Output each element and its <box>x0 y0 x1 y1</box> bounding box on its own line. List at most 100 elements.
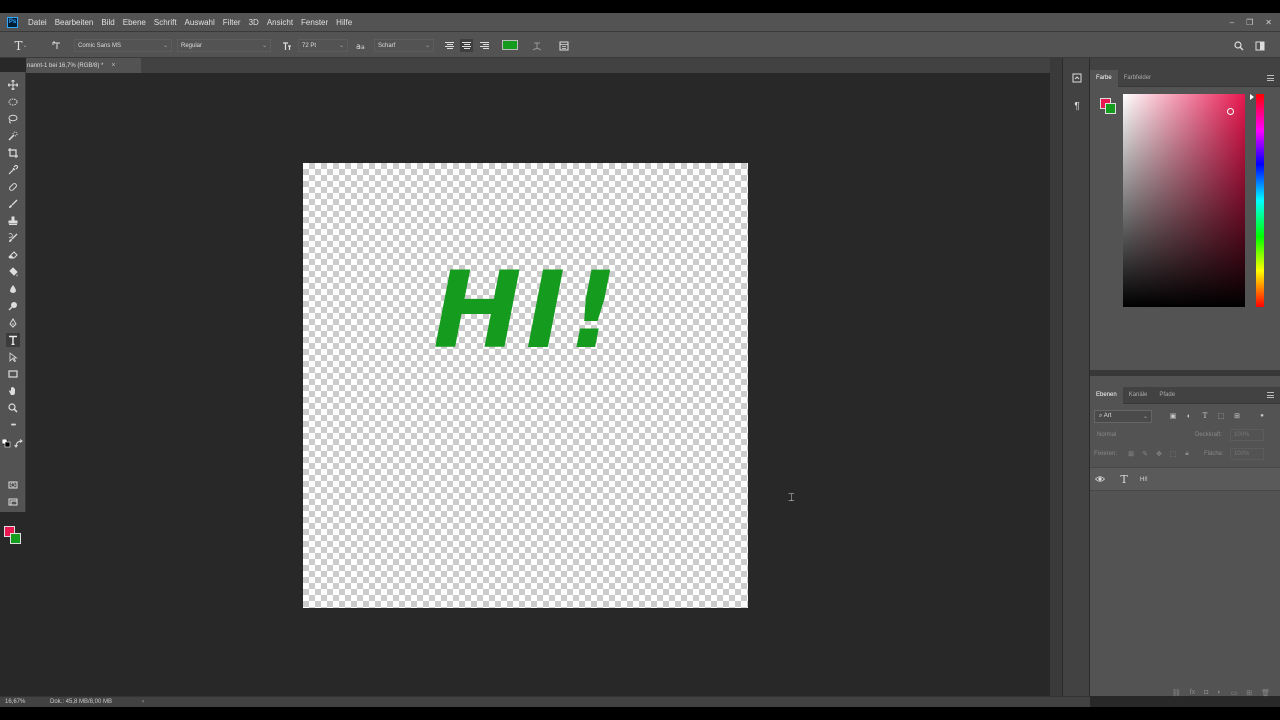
move-tool-icon[interactable] <box>6 78 20 92</box>
close-tab-icon[interactable]: × <box>111 62 115 69</box>
canvas-text-layer[interactable]: HI! <box>433 251 633 371</box>
new-group-icon[interactable]: ▭ <box>1231 689 1238 697</box>
layer-filter-select[interactable]: ⌕ Art ⌄ <box>1094 410 1152 423</box>
menu-datei[interactable]: Datei <box>24 18 51 27</box>
text-color-swatch[interactable] <box>502 40 518 50</box>
fill-field[interactable]: 100% <box>1230 448 1264 460</box>
paint-bucket-tool-icon[interactable] <box>6 265 20 279</box>
hand-tool-icon[interactable] <box>6 384 20 398</box>
filter-type-icon[interactable]: T <box>1200 411 1210 421</box>
lock-position-icon[interactable]: ✥ <box>1154 448 1164 460</box>
align-center-button[interactable] <box>460 39 473 52</box>
hue-slider-marker[interactable] <box>1250 94 1254 100</box>
color-picker-handle[interactable] <box>1227 108 1234 115</box>
tab-pfade[interactable]: Pfade <box>1153 387 1181 404</box>
menu-3d[interactable]: 3D <box>245 18 263 27</box>
menu-ansicht[interactable]: Ansicht <box>263 18 297 27</box>
crop-tool-icon[interactable] <box>6 146 20 160</box>
filter-adjustment-icon[interactable]: ◐ <box>1184 411 1194 421</box>
workspace-switcher-icon[interactable] <box>1253 39 1266 52</box>
delete-layer-icon[interactable]: 🗑︎ <box>1261 689 1270 697</box>
eyedropper-tool-icon[interactable] <box>6 163 20 177</box>
opacity-field[interactable]: 100% <box>1230 429 1264 441</box>
panel-menu-icon[interactable] <box>1267 75 1274 81</box>
menu-bearbeiten[interactable]: Bearbeiten <box>51 18 98 27</box>
zoom-tool-icon[interactable] <box>6 401 20 415</box>
lock-artboard-icon[interactable]: ⬚ <box>1168 448 1178 460</box>
filter-toggle-icon[interactable]: ● <box>1257 411 1267 421</box>
paragraph-panel-icon[interactable]: ¶ <box>1071 100 1083 112</box>
menu-hilfe[interactable]: Hilfe <box>332 18 356 27</box>
panel-icon-dock: ¶ <box>1062 58 1090 696</box>
font-family-select[interactable]: Comic Sans MS ⌄ <box>74 39 172 52</box>
tab-ebenen[interactable]: Ebenen <box>1090 386 1123 404</box>
color-panel-background-swatch[interactable] <box>1105 103 1116 114</box>
restore-icon[interactable]: ❐ <box>1246 18 1253 27</box>
layer-name[interactable]: HI! <box>1140 474 1148 486</box>
antialias-select[interactable]: Scharf ⌄ <box>374 39 434 52</box>
horizontal-type-tool-icon[interactable] <box>6 333 20 347</box>
menu-auswahl[interactable]: Auswahl <box>181 18 219 27</box>
elliptical-marquee-tool-icon[interactable] <box>6 95 20 109</box>
minimize-icon[interactable]: – <box>1230 18 1234 27</box>
text-orientation-toggle-icon[interactable] <box>50 39 63 52</box>
rectangle-tool-icon[interactable] <box>6 367 20 381</box>
menu-fenster[interactable]: Fenster <box>297 18 332 27</box>
healing-brush-tool-icon[interactable] <box>6 180 20 194</box>
edit-toolbar-icon[interactable]: ••• <box>6 418 20 432</box>
filter-shape-icon[interactable]: ⬚ <box>1216 411 1226 421</box>
quick-mask-icon[interactable] <box>6 478 20 492</box>
add-mask-icon[interactable]: ◘ <box>1204 689 1208 696</box>
menu-ebene[interactable]: Ebene <box>119 18 150 27</box>
document-tab[interactable]: nannt-1 bei 16,7% (RGB/8) * × <box>26 58 141 73</box>
warp-text-icon[interactable] <box>530 39 543 52</box>
lock-all-icon[interactable]: 🔒︎ <box>1182 448 1192 460</box>
menu-filter[interactable]: Filter <box>219 18 245 27</box>
link-layers-icon[interactable]: ⛓︎ <box>1172 689 1181 697</box>
character-panel-toggle-icon[interactable] <box>557 39 570 52</box>
search-icon[interactable] <box>1232 39 1245 52</box>
hue-slider[interactable] <box>1256 94 1264 307</box>
font-style-select[interactable]: Regular ⌄ <box>177 39 271 52</box>
tab-farbfelder[interactable]: Farbfelder <box>1118 70 1157 87</box>
font-size-select[interactable]: 72 Pt ⌄ <box>298 39 348 52</box>
screen-mode-icon[interactable] <box>6 495 20 509</box>
path-selection-tool-icon[interactable] <box>6 350 20 364</box>
visibility-eye-icon[interactable] <box>1095 474 1105 484</box>
new-layer-icon[interactable]: ⊞ <box>1246 689 1252 697</box>
lock-image-icon[interactable]: ✎ <box>1140 448 1150 460</box>
lock-transparency-icon[interactable]: ⊠ <box>1126 448 1136 460</box>
swap-colors-icon[interactable] <box>14 439 24 448</box>
history-brush-tool-icon[interactable] <box>6 231 20 245</box>
zoom-level[interactable]: 16,67% <box>0 699 50 705</box>
menu-bild[interactable]: Bild <box>97 18 118 27</box>
status-menu-arrow-icon[interactable]: › <box>142 699 144 705</box>
filter-pixel-icon[interactable]: ▣ <box>1168 411 1178 421</box>
adjustment-layer-icon[interactable]: ◐ <box>1217 689 1221 696</box>
blur-tool-icon[interactable] <box>6 282 20 296</box>
align-right-button[interactable] <box>478 39 491 52</box>
brush-tool-icon[interactable] <box>6 197 20 211</box>
blend-mode-select[interactable]: Normal <box>1094 429 1188 441</box>
quick-selection-tool-icon[interactable] <box>6 129 20 143</box>
color-saturation-field[interactable] <box>1123 94 1245 307</box>
align-left-button[interactable] <box>443 39 456 52</box>
clone-stamp-tool-icon[interactable] <box>6 214 20 228</box>
pen-tool-icon[interactable] <box>6 316 20 330</box>
lasso-tool-icon[interactable] <box>6 112 20 126</box>
panel-menu-icon[interactable] <box>1267 392 1274 398</box>
filter-smart-object-icon[interactable]: ⊞ <box>1232 411 1242 421</box>
tool-preset-picker[interactable]: T ⌄ <box>13 39 29 53</box>
background-color-swatch[interactable] <box>10 533 21 544</box>
close-icon[interactable]: ✕ <box>1265 18 1272 27</box>
menu-schrift[interactable]: Schrift <box>150 18 181 27</box>
tab-farbe[interactable]: Farbe <box>1090 69 1118 87</box>
default-colors-icon[interactable] <box>2 439 12 448</box>
history-panel-icon[interactable] <box>1071 72 1083 84</box>
document-canvas[interactable]: HI! <box>303 163 748 608</box>
layer-style-icon[interactable]: fx <box>1190 689 1195 696</box>
eraser-tool-icon[interactable] <box>6 248 20 262</box>
dodge-tool-icon[interactable] <box>6 299 20 313</box>
tab-kanaele[interactable]: Kanäle <box>1123 387 1154 404</box>
layer-row[interactable]: T HI! <box>1090 467 1280 491</box>
